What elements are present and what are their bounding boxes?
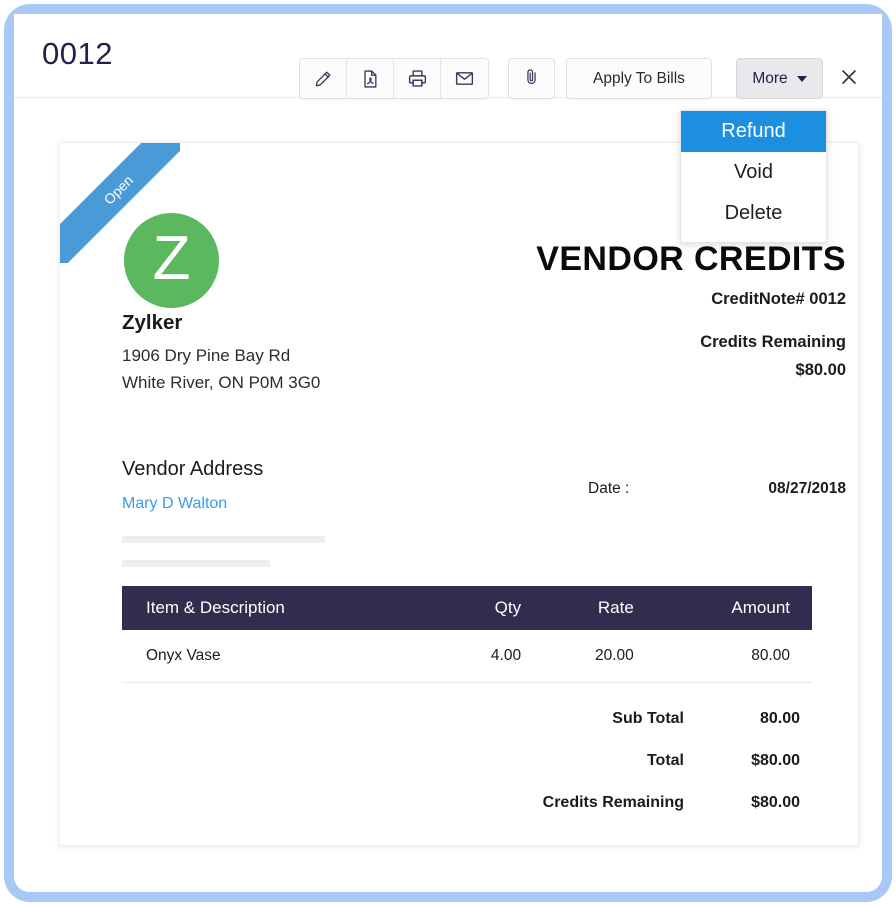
page-title: 0012 xyxy=(42,36,113,72)
app-window-frame: 0012 xyxy=(4,4,892,902)
credits-remaining-label: Credits Remaining xyxy=(543,794,720,812)
toolbar: 0012 xyxy=(14,14,882,98)
more-button[interactable]: More xyxy=(736,58,823,99)
vendor-address-label: Vendor Address xyxy=(122,458,263,481)
total-row-sub-total: Sub Total 80.00 xyxy=(460,698,812,740)
ribbon-notch-left xyxy=(60,229,69,238)
attachment-button[interactable] xyxy=(508,58,555,99)
menu-item-void-label: Void xyxy=(734,161,773,184)
vendor-name-link[interactable]: Mary D Walton xyxy=(122,495,227,513)
email-icon xyxy=(454,68,475,89)
pdf-icon xyxy=(360,69,380,89)
menu-item-delete[interactable]: Delete xyxy=(681,193,826,234)
column-header-rate: Rate xyxy=(533,586,646,630)
apply-to-bills-button[interactable]: Apply To Bills xyxy=(566,58,712,99)
sub-total-value: 80.00 xyxy=(720,710,812,728)
totals-section: Sub Total 80.00 Total $80.00 Credits Rem… xyxy=(460,698,812,824)
close-icon xyxy=(838,66,860,93)
menu-item-delete-label: Delete xyxy=(725,202,783,225)
more-label: More xyxy=(752,70,787,88)
print-icon xyxy=(407,68,428,89)
menu-item-void[interactable]: Void xyxy=(681,152,826,193)
document-title: VENDOR CREDITS xyxy=(536,240,846,279)
cell-rate: 20.00 xyxy=(533,630,646,682)
line-items-table: Item & Description Qty Rate Amount Onyx … xyxy=(122,586,812,683)
credits-remaining-header-label: Credits Remaining xyxy=(700,333,846,352)
column-header-qty: Qty xyxy=(436,586,533,630)
action-icon-group xyxy=(299,58,489,99)
organization-address-line-2: White River, ON P0M 3G0 xyxy=(122,373,320,393)
date-label: Date : xyxy=(588,480,629,498)
table-row: Onyx Vase 4.00 20.00 80.00 xyxy=(122,630,812,682)
pdf-button[interactable] xyxy=(347,59,394,98)
credit-note-number: CreditNote# 0012 xyxy=(711,290,846,309)
credits-remaining-value: $80.00 xyxy=(720,794,812,812)
address-placeholder-bar-1 xyxy=(122,536,325,543)
cell-amount: 80.00 xyxy=(646,630,812,682)
more-dropdown-menu[interactable]: Refund Void Delete xyxy=(680,110,827,243)
paperclip-icon xyxy=(522,67,541,91)
email-button[interactable] xyxy=(441,59,488,98)
total-row-credits-remaining: Credits Remaining $80.00 xyxy=(460,782,812,824)
total-value: $80.00 xyxy=(720,752,812,770)
edit-icon xyxy=(313,69,333,89)
total-row-total: Total $80.00 xyxy=(460,740,812,782)
menu-item-refund-label: Refund xyxy=(721,120,786,143)
menu-item-refund[interactable]: Refund xyxy=(681,111,826,152)
edit-button[interactable] xyxy=(300,59,347,98)
apply-to-bills-label: Apply To Bills xyxy=(593,70,685,88)
avatar: Z xyxy=(124,213,219,308)
date-value: 08/27/2018 xyxy=(768,480,846,498)
document-preview-card: Open Z Zylker 1906 Dry Pine Bay Rd White… xyxy=(59,142,859,846)
organization-address-line-1: 1906 Dry Pine Bay Rd xyxy=(122,346,290,366)
logo-letter: Z xyxy=(153,228,191,290)
credits-remaining-header-value: $80.00 xyxy=(796,361,846,380)
window-surface: 0012 xyxy=(14,14,882,892)
cell-description: Onyx Vase xyxy=(122,630,436,682)
close-button[interactable] xyxy=(834,64,864,94)
chevron-down-icon xyxy=(797,76,807,82)
address-placeholder-bar-2 xyxy=(122,560,270,567)
cell-qty: 4.00 xyxy=(436,630,533,682)
print-button[interactable] xyxy=(394,59,441,98)
ribbon-notch-right xyxy=(164,143,173,152)
table-header-row: Item & Description Qty Rate Amount xyxy=(122,586,812,630)
total-label: Total xyxy=(647,752,720,770)
column-header-description: Item & Description xyxy=(122,586,436,630)
column-header-amount: Amount xyxy=(646,586,812,630)
organization-name: Zylker xyxy=(122,311,182,335)
sub-total-label: Sub Total xyxy=(612,710,720,728)
